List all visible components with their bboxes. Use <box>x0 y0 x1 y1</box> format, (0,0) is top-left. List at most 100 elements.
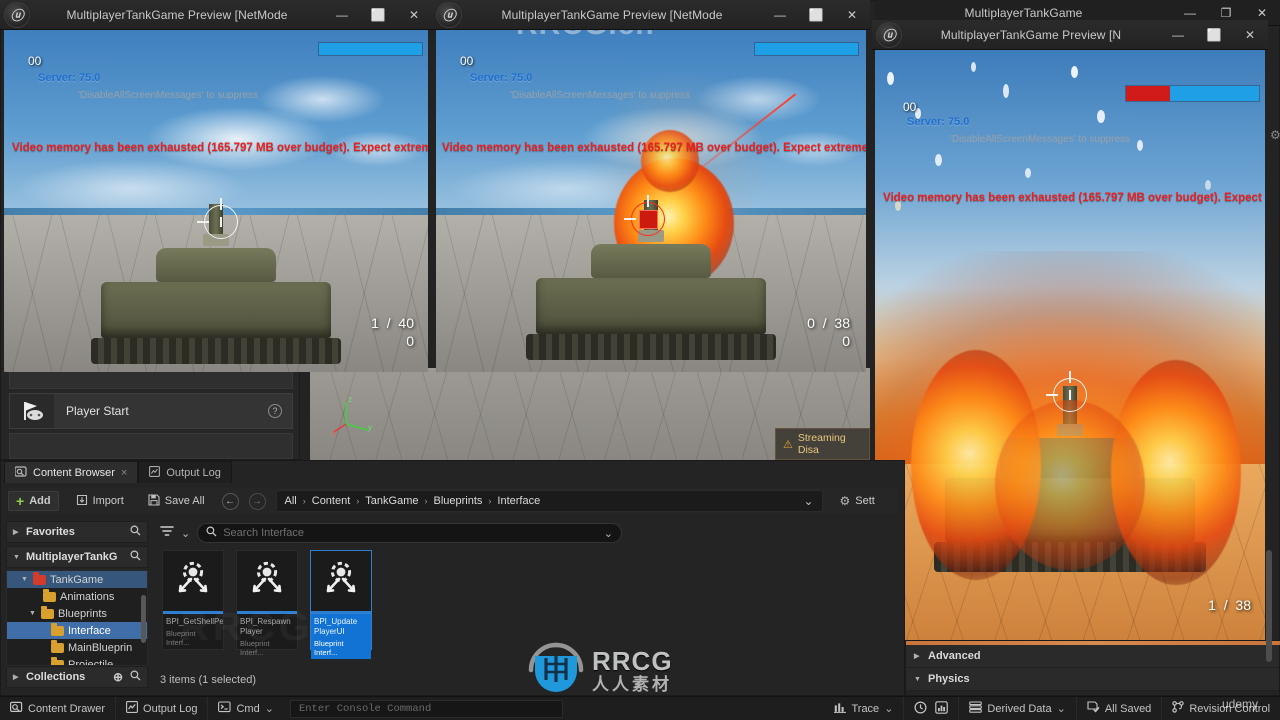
search-icon[interactable] <box>130 525 141 539</box>
tree-item-blueprints[interactable]: ▼ Blueprints <box>7 605 147 622</box>
breadcrumb-blueprints[interactable]: Blueprints <box>433 495 482 507</box>
place-actors-item-player-start[interactable]: Player Start ? <box>9 393 293 429</box>
content-browser-toolbar: + Add Import Save All ← → All › Content … <box>8 488 898 514</box>
filter-dropdown-icon[interactable]: ⌄ <box>181 527 190 540</box>
close-icon[interactable]: ✕ <box>1232 28 1268 42</box>
content-browser-icon <box>14 465 27 480</box>
ammo-max: 40 <box>398 315 414 331</box>
unreal-logo-icon: ⓤ <box>436 1 462 28</box>
details-section-advanced[interactable]: ▶ Advanced <box>906 645 1279 668</box>
blueprint-interface-icon <box>237 551 297 611</box>
close-icon[interactable]: ✕ <box>396 8 432 22</box>
all-saved-icon <box>1087 701 1100 716</box>
maximize-icon[interactable]: ⬜ <box>1196 28 1232 42</box>
collections-header[interactable]: ▶ Collections ⊕ <box>6 666 148 688</box>
close-icon[interactable]: ✕ <box>1244 6 1280 20</box>
preview-window-1[interactable]: ⓤ MultiplayerTankGame Preview [NetMode —… <box>0 0 432 376</box>
tree-item-interface[interactable]: Interface <box>7 622 147 639</box>
status-content-drawer[interactable]: Content Drawer <box>0 697 117 720</box>
status-cmd[interactable]: Cmd ⌄ <box>208 697 283 720</box>
streaming-disabled-notification[interactable]: ⚠ Streaming Disa <box>775 428 870 460</box>
warning-icon: ⚠ <box>783 438 793 451</box>
breadcrumb[interactable]: All › Content › TankGame › Blueprints › … <box>275 490 823 512</box>
status-trace[interactable]: Trace ⌄ <box>824 697 905 720</box>
breadcrumb-all[interactable]: All <box>285 495 297 507</box>
tab-output-log[interactable]: Output Log <box>138 461 232 483</box>
help-icon[interactable]: ? <box>268 404 282 418</box>
filter-icon[interactable] <box>160 524 174 542</box>
tree-item-animations[interactable]: Animations <box>7 588 147 605</box>
search-input-wrapper[interactable]: ⌄ <box>197 523 622 543</box>
chevron-down-icon[interactable]: ⌄ <box>265 702 274 715</box>
maximize-icon[interactable]: ⬜ <box>798 8 834 22</box>
settings-gear-icon[interactable]: ⚙ <box>1270 128 1280 142</box>
favorites-header[interactable]: ▶ Favorites <box>6 521 148 543</box>
chart-icon[interactable] <box>935 700 949 717</box>
trace-icon <box>834 702 847 716</box>
asset-tile-bpi-updateplayerui[interactable]: BPI_Update PlayerUI Blueprint Interf... <box>310 550 372 659</box>
add-label: Add <box>29 495 51 507</box>
minimize-icon[interactable]: — <box>1160 28 1196 42</box>
blueprint-interface-icon <box>311 551 371 611</box>
import-button[interactable]: Import <box>69 491 131 512</box>
chevron-down-icon[interactable]: ⌄ <box>884 702 893 715</box>
console-command-input-wrapper[interactable] <box>289 699 564 718</box>
details-section-physics[interactable]: ▼ Physics <box>906 668 1279 691</box>
nav-forward-button[interactable]: → <box>248 492 266 510</box>
status-extra-icons[interactable] <box>904 697 960 720</box>
breadcrumb-interface[interactable]: Interface <box>497 495 540 507</box>
watermark-faint-background: RRCG <box>180 605 314 650</box>
close-icon[interactable]: ✕ <box>834 8 870 22</box>
save-all-button[interactable]: Save All <box>141 491 212 512</box>
minimize-icon[interactable]: — <box>324 8 360 22</box>
chevron-down-icon[interactable]: ▼ <box>21 576 29 583</box>
preview2-titlebar[interactable]: ⓤ MultiplayerTankGame Preview [NetMode —… <box>432 0 870 30</box>
tree-scrollbar[interactable] <box>141 595 146 643</box>
breadcrumb-tankgame[interactable]: TankGame <box>365 495 418 507</box>
settings-button[interactable]: ⚙ Sett <box>833 491 882 511</box>
tank-turret <box>591 244 711 278</box>
project-tree-header[interactable]: ▼ MultiplayerTankG <box>6 546 148 568</box>
console-command-input[interactable] <box>298 702 555 715</box>
preview1-titlebar[interactable]: ⓤ MultiplayerTankGame Preview [NetMode —… <box>0 0 432 30</box>
status-output-log[interactable]: Output Log <box>116 697 209 720</box>
search-icon[interactable] <box>130 670 141 684</box>
search-dropdown-icon[interactable]: ⌄ <box>604 527 613 540</box>
search-icon[interactable] <box>130 550 141 564</box>
minimize-icon[interactable]: — <box>1172 6 1208 20</box>
maximize-icon[interactable]: ⬜ <box>360 8 396 22</box>
tree-item-tankgame[interactable]: ▼ TankGame <box>7 571 147 588</box>
unreal-logo-icon: ⓤ <box>876 21 902 48</box>
close-icon[interactable]: × <box>121 467 127 479</box>
add-collection-icon[interactable]: ⊕ <box>113 670 123 684</box>
level-viewport-strip[interactable]: z y x ⚠ Streaming Disa <box>310 368 870 460</box>
chevron-down-icon[interactable]: ⌄ <box>1057 702 1066 715</box>
preview1-viewport[interactable]: 00 Server: 75.0 'DisableAllScreenMessage… <box>4 30 428 372</box>
tab-content-browser[interactable]: Content Browser × <box>4 461 139 483</box>
watermark-rrcg: RRCG 人人素材 <box>528 642 673 698</box>
clock-icon[interactable] <box>914 700 927 717</box>
preview3-viewport[interactable]: 00 Server: 75.0 'DisableAllScreenMessage… <box>875 50 1265 642</box>
tree-item-mainblueprints[interactable]: MainBlueprin <box>7 639 147 656</box>
add-button[interactable]: + Add <box>8 491 59 511</box>
nav-back-button[interactable]: ← <box>221 492 239 510</box>
minimize-icon[interactable]: — <box>762 8 798 22</box>
restore-icon[interactable]: ❐ <box>1208 6 1244 20</box>
hud-ammo-counter: 1 / 40 0 <box>371 314 414 350</box>
status-all-saved[interactable]: All Saved <box>1077 697 1163 720</box>
ammo-slash: / <box>386 315 391 331</box>
chevron-down-icon[interactable]: ▼ <box>29 610 37 617</box>
place-actors-item-partial-2[interactable] <box>9 433 293 459</box>
preview2-viewport[interactable]: 00 Server: 75.0 'DisableAllScreenMessage… <box>436 30 866 372</box>
breadcrumb-content[interactable]: Content <box>312 495 351 507</box>
tree-item-projectile[interactable]: Projectile <box>7 656 147 665</box>
search-input[interactable] <box>223 527 598 539</box>
ammo-max: 38 <box>834 315 850 331</box>
preview3-titlebar[interactable]: ⓤ MultiplayerTankGame Preview [N — ⬜ ✕ <box>872 20 1268 50</box>
tree-item-label: MainBlueprin <box>68 641 133 654</box>
asset-view-scrollbar[interactable] <box>1266 550 1272 662</box>
status-derived-data[interactable]: Derived Data ⌄ <box>959 697 1077 720</box>
breadcrumb-dropdown-icon[interactable]: ⌄ <box>803 494 813 508</box>
preview-window-3[interactable]: ⓤ MultiplayerTankGame Preview [N — ⬜ ✕ 0… <box>872 20 1280 645</box>
preview-window-2[interactable]: ⓤ MultiplayerTankGame Preview [NetMode —… <box>432 0 870 376</box>
